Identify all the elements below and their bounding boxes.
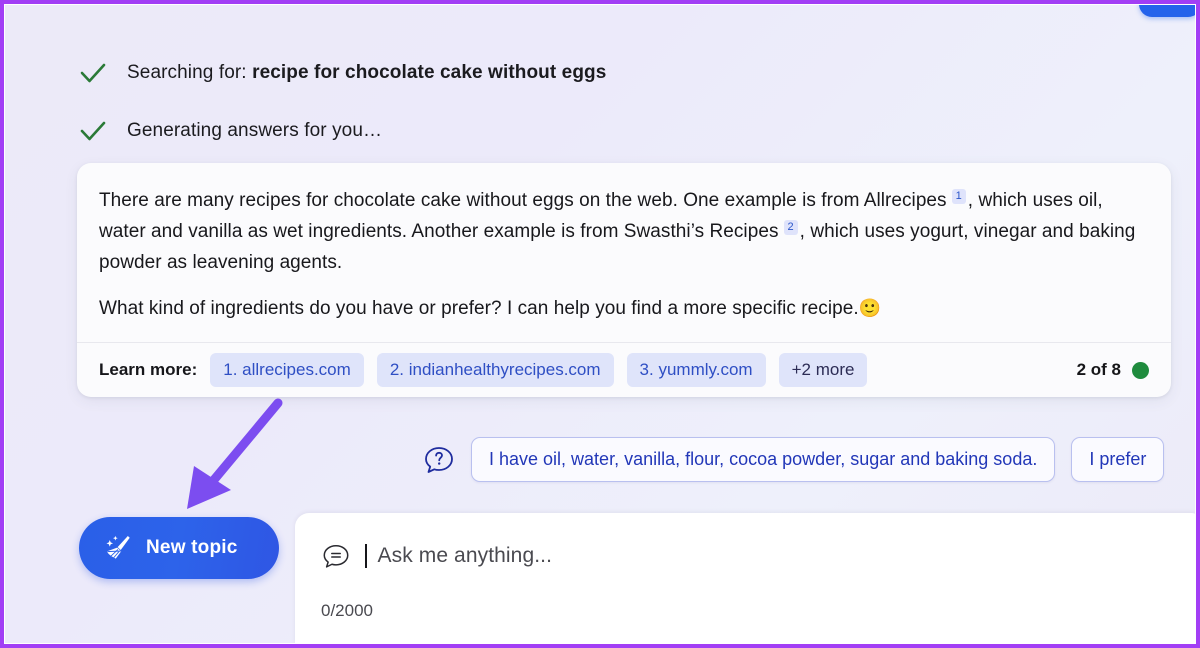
new-topic-label: New topic <box>146 537 238 558</box>
status-row-generating: Generating answers for you… <box>77 115 382 147</box>
char-counter: 0/2000 <box>321 601 373 620</box>
learn-more-label: Learn more: <box>99 360 198 379</box>
composer-input-row[interactable]: Ask me anything... <box>321 541 1181 571</box>
question-bubble-icon <box>425 446 453 473</box>
answer-counter-text: 2 of 8 <box>1076 360 1121 379</box>
chat-bubble-icon <box>323 544 349 568</box>
status-dot <box>1132 361 1149 379</box>
composer[interactable]: Ask me anything... 0/2000 <box>295 513 1195 643</box>
annotation-arrow <box>187 398 283 509</box>
answer-card-footer: Learn more: 1. allrecipes.com 2. indianh… <box>77 342 1171 397</box>
status-row-searching: Searching for: recipe for chocolate cake… <box>77 57 606 89</box>
source-chip-more[interactable]: +2 more <box>778 353 868 387</box>
text-caret <box>365 544 367 568</box>
suggestion-chip-2[interactable]: I prefer <box>1071 437 1165 482</box>
chat-screen: Searching for: recipe for chocolate cake… <box>4 4 1196 644</box>
answer-card: There are many recipes for chocolate cak… <box>77 163 1171 397</box>
answer-paragraph-2: What kind of ingredients do you have or … <box>99 293 1149 324</box>
answer-text-a: There are many recipes for chocolate cak… <box>99 190 947 211</box>
smiley-emoji: 🙂 <box>858 298 882 318</box>
check-icon <box>80 121 106 141</box>
citation-badge-1[interactable]: 1 <box>951 189 966 204</box>
citation-badge-2[interactable]: 2 <box>783 220 798 235</box>
top-right-pill[interactable] <box>1139 5 1195 17</box>
composer-placeholder[interactable]: Ask me anything... <box>378 544 553 568</box>
answer-paragraph-1: There are many recipes for chocolate cak… <box>99 185 1149 278</box>
answer-followup-text: What kind of ingredients do you have or … <box>99 298 859 319</box>
broom-icon <box>106 535 130 559</box>
status-generating-text: Generating answers for you… <box>127 120 383 141</box>
source-chip-2[interactable]: 2. indianhealthyrecipes.com <box>376 353 614 387</box>
source-chip-3[interactable]: 3. yummly.com <box>626 353 766 387</box>
suggestion-chip-1[interactable]: I have oil, water, vanilla, flour, cocoa… <box>471 437 1056 482</box>
status-searching-text: Searching for: recipe for chocolate cake… <box>127 62 606 84</box>
status-search-query: recipe for chocolate cake without eggs <box>252 62 607 83</box>
check-icon <box>80 63 106 83</box>
status-searching-prefix: Searching for: <box>127 62 253 83</box>
new-topic-button[interactable]: New topic <box>79 517 279 579</box>
answer-counter: 2 of 8 <box>1077 360 1149 380</box>
source-chip-1[interactable]: 1. allrecipes.com <box>210 353 364 387</box>
suggestion-row: I have oil, water, vanilla, flour, cocoa… <box>423 437 1165 482</box>
